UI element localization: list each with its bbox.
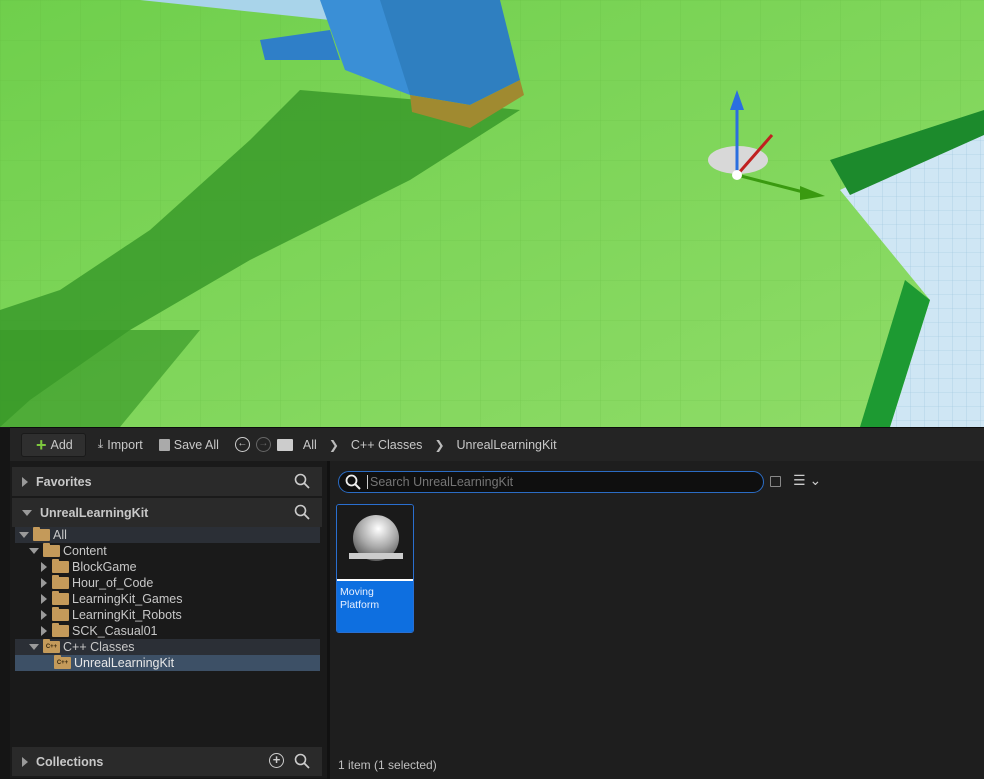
expand-arrow-icon[interactable] — [41, 610, 47, 620]
tree-label: LearningKit_Games — [72, 592, 183, 606]
add-collection-icon[interactable]: + — [269, 753, 284, 768]
expand-arrow-icon[interactable] — [22, 756, 28, 767]
breadcrumb-unreallearningkit[interactable]: UnrealLearningKit — [457, 438, 557, 452]
cpp-folder-icon: C++ — [43, 639, 60, 653]
favorites-header[interactable]: Favorites — [12, 467, 322, 496]
save-icon — [158, 438, 170, 451]
forward-icon[interactable]: → — [255, 437, 271, 452]
save-all-button[interactable]: Save All — [158, 437, 219, 452]
folder-icon — [276, 438, 293, 451]
expand-arrow-icon[interactable] — [41, 594, 47, 604]
import-label: Import — [107, 437, 143, 452]
folder-icon — [52, 623, 69, 637]
collections-label: Collections — [36, 754, 104, 769]
tree-item-content[interactable]: Content — [15, 543, 320, 559]
filter-icon[interactable]: ☰ ⌄ — [793, 472, 821, 489]
save-search-icon[interactable] — [770, 476, 781, 487]
asset-view: ☰ ⌄ Moving Platform 1 item (1 selected) — [327, 461, 984, 779]
content-browser-toolbar: + Add ⤓ Import Save All ← → All ❯ C++ Cl… — [10, 428, 984, 461]
tree-item-learningkit-games[interactable]: LearningKit_Games — [15, 591, 320, 607]
expand-arrow-icon[interactable] — [41, 562, 47, 572]
project-label: UnrealLearningKit — [40, 505, 149, 520]
sources-panel: Favorites UnrealLearningKit All Content … — [12, 464, 322, 777]
tree-label: UnrealLearningKit — [74, 656, 175, 670]
asset-tile-moving-platform[interactable]: Moving Platform — [336, 504, 414, 633]
folder-icon — [52, 559, 69, 573]
folder-icon — [52, 591, 69, 605]
content-browser: + Add ⤓ Import Save All ← → All ❯ C++ Cl… — [10, 427, 984, 779]
tree-label: All — [53, 528, 67, 542]
search-icon — [345, 474, 361, 490]
chevron-right-icon: ❯ — [434, 437, 445, 452]
expand-arrow-icon[interactable] — [41, 626, 47, 636]
import-icon: ⤓ — [97, 437, 104, 451]
chevron-right-icon: ❯ — [328, 437, 339, 452]
add-label: Add — [50, 437, 73, 452]
tree-label: BlockGame — [72, 560, 137, 574]
asset-name: Moving Platform — [337, 581, 413, 632]
back-icon[interactable]: ← — [234, 437, 250, 452]
breadcrumb-cpp-classes[interactable]: C++ Classes — [351, 438, 423, 452]
folder-tree: All Content BlockGame Hour_of_Code Learn… — [15, 527, 320, 671]
search-icon[interactable] — [294, 753, 310, 769]
cpp-folder-icon: C++ — [54, 655, 71, 669]
folder-icon — [52, 607, 69, 621]
tree-label: SCK_Casual01 — [72, 624, 158, 638]
expand-arrow-icon[interactable] — [22, 476, 28, 487]
collapse-arrow-icon[interactable] — [29, 644, 39, 650]
collapse-arrow-icon[interactable] — [29, 548, 39, 554]
collapse-arrow-icon[interactable] — [22, 509, 32, 516]
add-button[interactable]: + Add — [21, 432, 86, 457]
tree-item-cpp-classes[interactable]: C++ C++ Classes — [15, 639, 320, 655]
favorites-label: Favorites — [36, 474, 92, 489]
collections-header[interactable]: Collections + — [12, 747, 322, 776]
search-icon[interactable] — [294, 473, 310, 489]
folder-open-icon — [33, 527, 50, 541]
tree-item-hour-of-code[interactable]: Hour_of_Code — [15, 575, 320, 591]
import-button[interactable]: ⤓ Import — [98, 437, 143, 452]
tree-label: Content — [63, 544, 107, 558]
tree-item-blockgame[interactable]: BlockGame — [15, 559, 320, 575]
tree-item-learningkit-robots[interactable]: LearningKit_Robots — [15, 607, 320, 623]
project-header[interactable]: UnrealLearningKit — [12, 498, 322, 527]
save-all-label: Save All — [173, 437, 219, 452]
search-icon[interactable] — [294, 504, 310, 520]
tree-item-sck-casual01[interactable]: SCK_Casual01 — [15, 623, 320, 639]
asset-thumbnail — [337, 505, 413, 581]
tree-label: Hour_of_Code — [72, 576, 154, 590]
level-viewport[interactable] — [0, 0, 984, 427]
status-text: 1 item (1 selected) — [338, 758, 437, 772]
asset-search-box[interactable] — [338, 471, 764, 493]
tree-item-all[interactable]: All — [15, 527, 320, 543]
folder-open-icon — [43, 543, 60, 557]
breadcrumb-all[interactable]: All — [303, 438, 317, 452]
tree-item-unreallearningkit[interactable]: C++ UnrealLearningKit — [15, 655, 320, 671]
folder-icon — [52, 575, 69, 589]
asset-search-input[interactable] — [367, 475, 747, 489]
plus-icon: + — [36, 434, 47, 455]
tree-label: C++ Classes — [63, 640, 135, 654]
expand-arrow-icon[interactable] — [41, 578, 47, 588]
collapse-arrow-icon[interactable] — [19, 532, 29, 538]
tree-label: LearningKit_Robots — [72, 608, 182, 622]
